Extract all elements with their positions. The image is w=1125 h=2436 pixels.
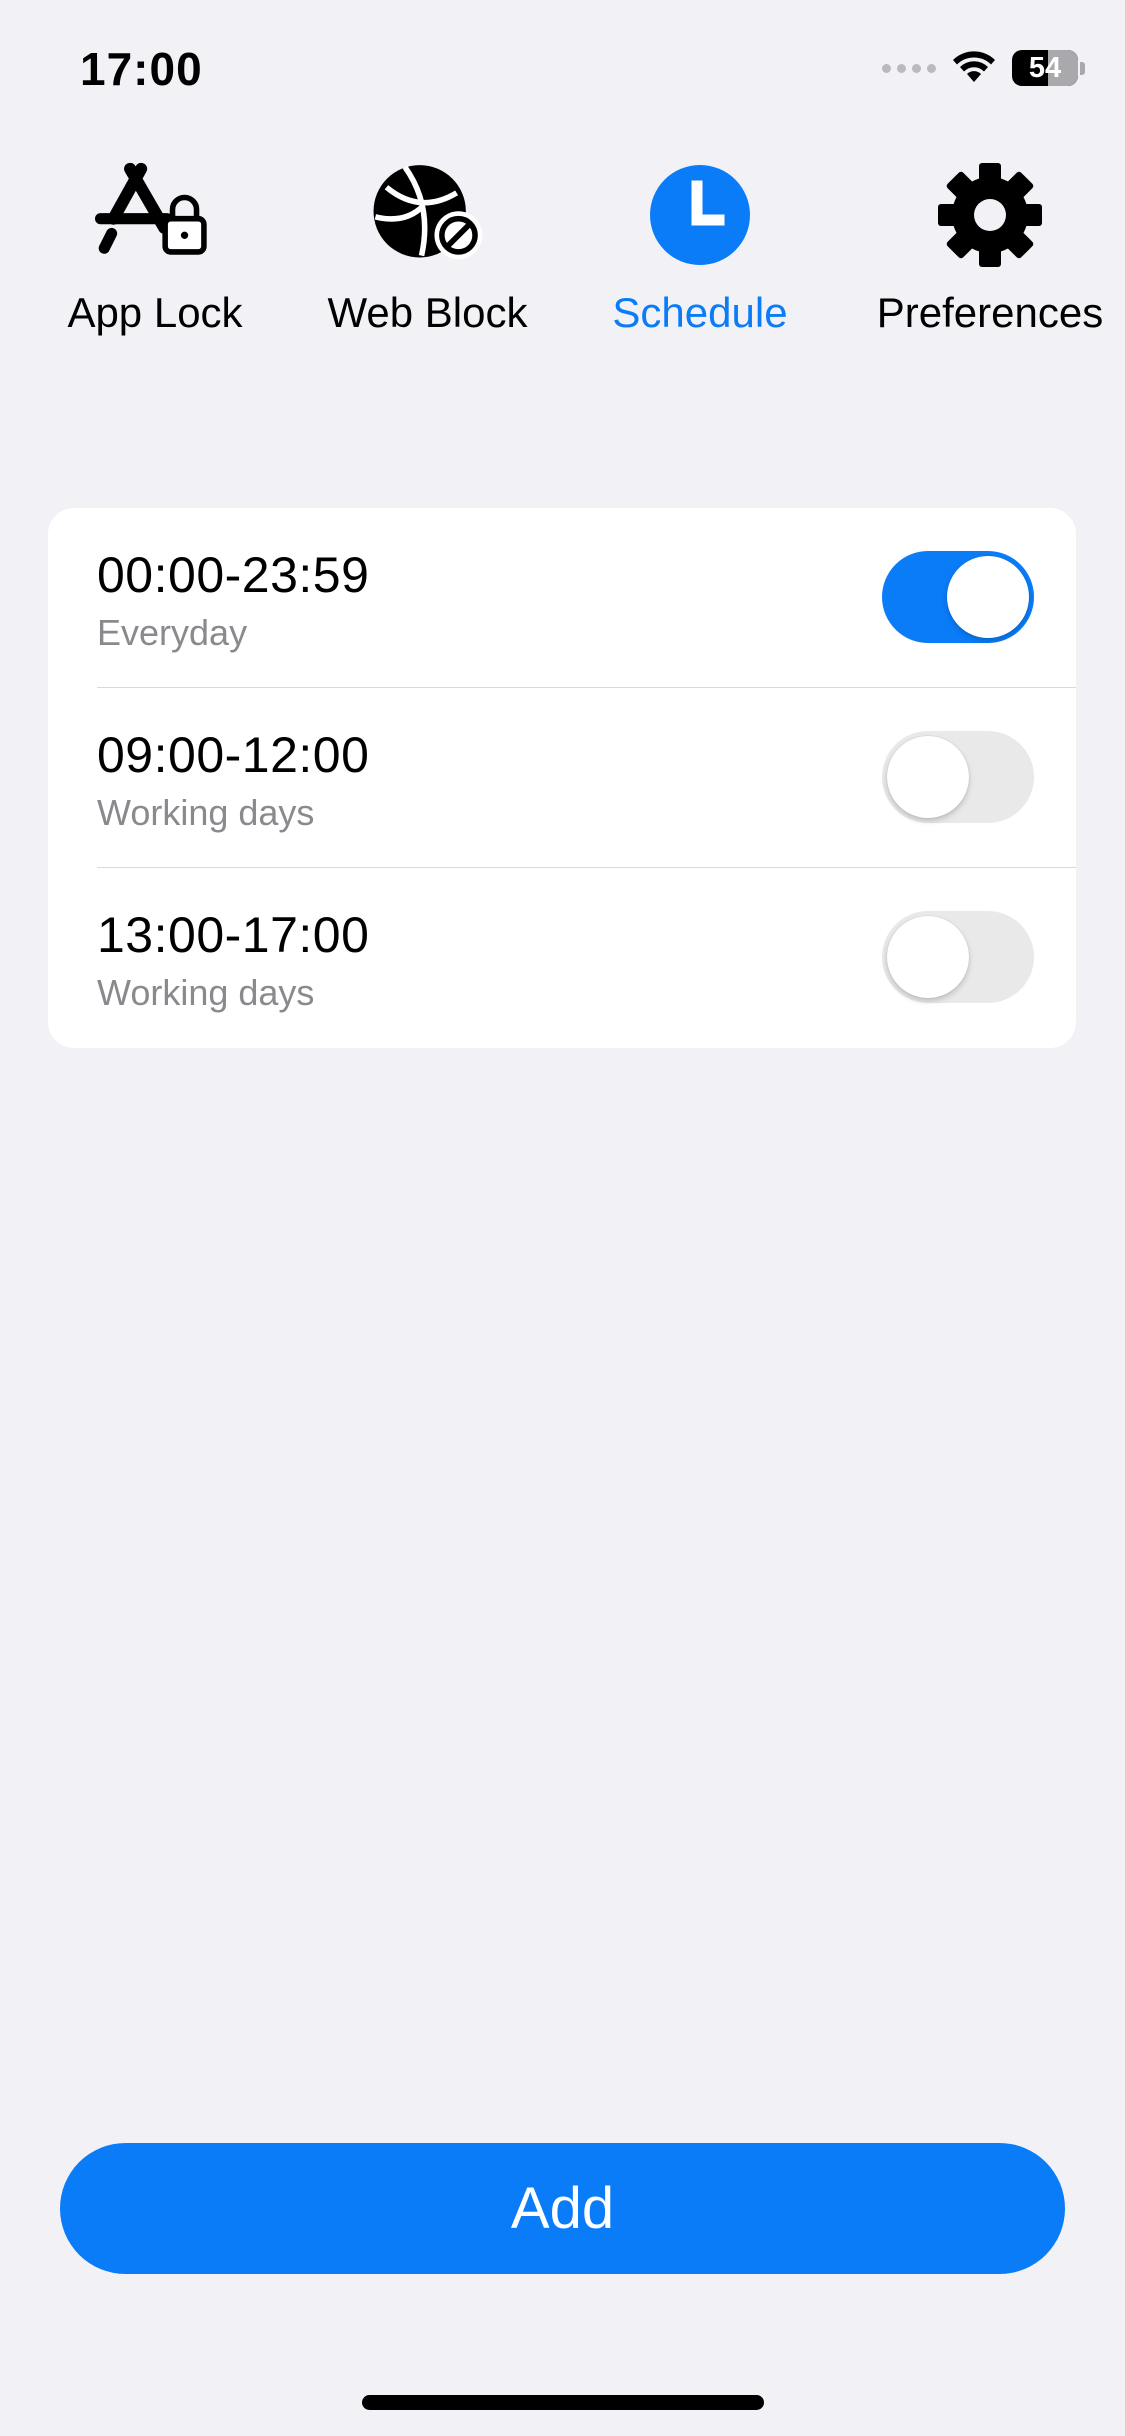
status-bar: 17:00 54 [0,0,1125,140]
schedule-time: 00:00-23:59 [97,547,370,603]
tab-web-block[interactable]: Web Block [310,155,545,355]
battery-tip [1080,61,1085,75]
tab-label: Web Block [327,289,528,336]
toggle-knob [947,556,1029,638]
schedule-toggle[interactable] [882,731,1034,823]
cellular-signal-icon [882,63,936,73]
tab-app-lock[interactable]: App Lock [0,155,310,355]
tab-schedule[interactable]: Schedule [545,155,855,355]
schedule-toggle[interactable] [882,551,1034,643]
schedule-toggle[interactable] [882,911,1034,1003]
tab-label: Schedule [612,289,788,336]
schedule-time: 09:00-12:00 [97,727,370,783]
web-block-icon [368,155,488,275]
schedule-list: 00:00-23:59 Everyday 09:00-12:00 Working… [48,508,1076,1048]
toggle-knob [887,736,969,818]
toggle-knob [887,916,969,998]
schedule-row[interactable]: 00:00-23:59 Everyday [48,508,1076,688]
app-lock-icon [95,155,215,275]
schedule-days: Everyday [97,612,248,653]
status-icons: 54 [882,48,1085,88]
tab-label: App Lock [67,289,243,336]
schedule-row[interactable]: 13:00-17:00 Working days [48,868,1076,1048]
battery-level: 54 [1028,52,1062,84]
status-time: 17:00 [80,43,203,95]
schedule-row[interactable]: 09:00-12:00 Working days [48,688,1076,868]
clock-icon [640,155,760,275]
wifi-icon [953,51,995,82]
tab-label: Preferences [876,289,1104,336]
schedule-days: Working days [97,972,315,1013]
schedule-days: Working days [97,792,315,833]
add-button[interactable]: Add [60,2143,1065,2274]
battery-icon: 54 [1012,50,1078,86]
tab-bar: App Lock Web Block Schedule Preferences [0,155,1125,355]
gear-icon [930,155,1050,275]
home-indicator [362,2395,764,2410]
schedule-time: 13:00-17:00 [97,907,370,963]
tab-preferences[interactable]: Preferences [855,155,1125,355]
